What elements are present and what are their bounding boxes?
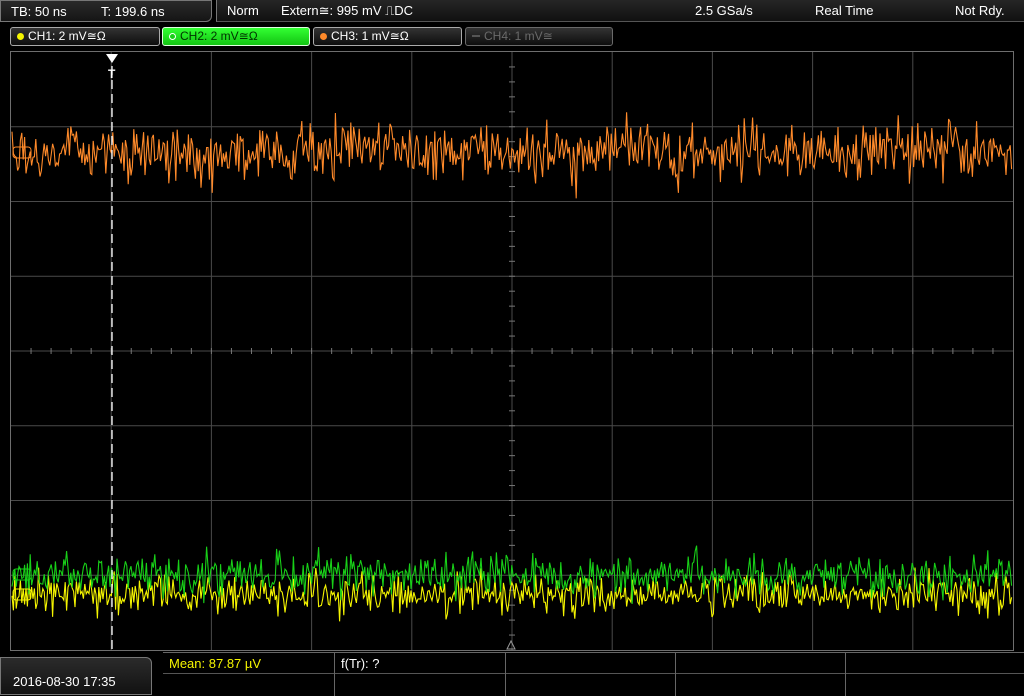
measurement-cell-3[interactable]: [506, 653, 676, 696]
datetime-panel: 2016-08-30 17:35: [0, 657, 152, 695]
measurement-cell-1[interactable]: Mean: 87.87 µV: [163, 653, 335, 696]
graticule-frame: [10, 51, 1014, 651]
measurement-cell-5[interactable]: [846, 653, 1024, 696]
datetime-readout: 2016-08-30 17:35: [13, 674, 116, 689]
rise-frequency-measurement: f(Tr): ?: [341, 656, 380, 671]
measurement-cell-4[interactable]: [676, 653, 846, 696]
measurement-cell-2[interactable]: f(Tr): ?: [335, 653, 506, 696]
measurement-panel[interactable]: Mean: 87.87 µV f(Tr): ?: [163, 652, 1024, 696]
mean-measurement: Mean: 87.87 µV: [169, 656, 262, 671]
